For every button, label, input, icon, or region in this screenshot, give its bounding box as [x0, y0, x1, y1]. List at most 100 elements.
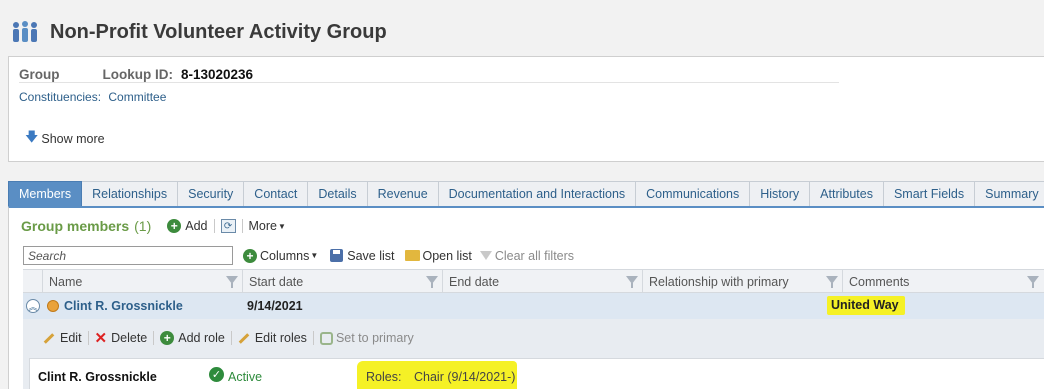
- tab-revenue[interactable]: Revenue: [367, 181, 439, 207]
- edit-label: Edit: [60, 331, 82, 345]
- add-role-label: Add role: [178, 331, 225, 345]
- edit-roles-button[interactable]: Edit roles: [238, 331, 307, 345]
- show-more-label: Show more: [41, 132, 105, 146]
- clear-filters-label: Clear all filters: [494, 248, 575, 263]
- delete-icon: ✕: [94, 329, 108, 347]
- edit-roles-label: Edit roles: [254, 331, 307, 345]
- tab-communications[interactable]: Communications: [636, 181, 751, 207]
- tab-security[interactable]: Security: [178, 181, 245, 207]
- more-menu[interactable]: More ▼: [249, 219, 286, 233]
- save-list-button[interactable]: Save list: [330, 248, 395, 263]
- separator: [312, 331, 314, 345]
- filter-icon[interactable]: [826, 276, 838, 288]
- clear-filters-button[interactable]: Clear all filters: [479, 248, 575, 263]
- columns-button[interactable]: + Columns ▼: [243, 248, 319, 263]
- arrow-down-icon: 🡇: [25, 129, 39, 144]
- member-detail-card: Clint R. Grossnickle ✓ Active Roles: Cha…: [29, 358, 1044, 389]
- row-detail-panel: Edit ✕ Delete + Add role Edit roles Set …: [23, 319, 1044, 389]
- column-header-comments[interactable]: Comments: [843, 270, 1044, 293]
- page-title: Non-Profit Volunteer Activity Group: [50, 21, 387, 43]
- member-name-link[interactable]: Clint R. Grossnickle: [64, 299, 183, 313]
- divider: [19, 82, 839, 83]
- refresh-icon[interactable]: ⟳: [220, 219, 236, 233]
- plus-icon: +: [160, 331, 175, 345]
- folder-icon: [404, 250, 420, 261]
- filter-icon[interactable]: [1027, 276, 1039, 288]
- pencil-icon: [43, 332, 55, 344]
- toolbar: + Columns ▼ Save list Open list Clear al…: [23, 246, 574, 265]
- open-list-label: Open list: [422, 248, 472, 263]
- filter-icon[interactable]: [226, 276, 238, 288]
- caret-down-icon: ▼: [310, 251, 319, 260]
- edit-button[interactable]: Edit: [43, 331, 82, 345]
- check-icon: ✓: [209, 367, 224, 382]
- start-date-cell: 9/14/2021: [247, 299, 303, 313]
- separator: [87, 331, 89, 345]
- separator: [153, 331, 155, 345]
- member-count: (1): [134, 218, 152, 234]
- summary-panel: Group Lookup ID: 8-13020236 Constituenci…: [8, 56, 1044, 162]
- column-header-relationship[interactable]: Relationship with primary: [643, 270, 843, 293]
- set-to-primary-label: Set to primary: [335, 331, 414, 345]
- tab-bar: Members Relationships Security Contact D…: [8, 181, 1044, 207]
- roles-value: Chair (9/14/2021-): [414, 370, 516, 384]
- people-group-icon: [13, 21, 37, 42]
- tab-summary[interactable]: Summary: [975, 181, 1044, 207]
- more-label: More: [248, 219, 277, 233]
- filter-icon[interactable]: [426, 276, 438, 288]
- members-header: Group members (1) + Add ⟳ More ▼: [21, 218, 286, 234]
- tab-relationships[interactable]: Relationships: [82, 181, 179, 207]
- plus-icon: +: [167, 219, 182, 233]
- group-label: Group: [19, 66, 60, 82]
- roles-label: Roles:: [366, 370, 402, 384]
- tab-attributes[interactable]: Attributes: [810, 181, 884, 207]
- separator: [241, 219, 243, 233]
- tab-members[interactable]: Members: [8, 181, 83, 207]
- delete-button[interactable]: ✕ Delete: [95, 331, 148, 346]
- member-status-icon: [47, 300, 59, 312]
- open-list-button[interactable]: Open list: [404, 248, 472, 263]
- delete-label: Delete: [111, 331, 148, 345]
- save-icon: [330, 249, 344, 262]
- save-list-label: Save list: [347, 248, 395, 263]
- primary-icon: [319, 331, 333, 345]
- show-more-button[interactable]: 🡇 Show more: [25, 128, 105, 150]
- filter-icon[interactable]: [626, 276, 638, 288]
- page-header: Non-Profit Volunteer Activity Group: [0, 0, 1044, 56]
- column-label: Name: [49, 274, 83, 289]
- constituencies-value[interactable]: Committee: [108, 90, 166, 104]
- members-panel: Group members (1) + Add ⟳ More ▼ + Colum…: [8, 206, 1044, 389]
- search-input[interactable]: [23, 246, 233, 265]
- lookup-id-label: Lookup ID:: [102, 66, 174, 82]
- add-role-button[interactable]: + Add role: [160, 331, 225, 345]
- section-title: Group members: [21, 218, 130, 234]
- tab-details[interactable]: Details: [308, 181, 368, 207]
- plus-icon: +: [243, 248, 257, 263]
- tab-contact[interactable]: Contact: [244, 181, 309, 207]
- tab-documentation-and-interactions[interactable]: Documentation and Interactions: [438, 181, 637, 207]
- column-header-start-date[interactable]: Start date: [243, 270, 443, 293]
- grid-header: Name Start date End date Relationship wi…: [23, 269, 1044, 293]
- member-name: Clint R. Grossnickle: [38, 370, 157, 384]
- lookup-id-value: 8-13020236: [181, 66, 254, 82]
- columns-label: Columns: [260, 248, 310, 263]
- add-button[interactable]: + Add: [167, 219, 208, 233]
- column-header-name[interactable]: Name: [43, 270, 243, 293]
- pencil-icon: [238, 332, 250, 344]
- column-header-end-date[interactable]: End date: [443, 270, 643, 293]
- expand-column-header: [23, 270, 43, 293]
- table-row[interactable]: ︽ Clint R. Grossnickle 9/14/2021 United …: [23, 293, 1044, 319]
- column-label: Comments: [849, 274, 910, 289]
- comments-cell: United Way: [827, 296, 905, 315]
- collapse-icon[interactable]: ︽: [26, 299, 40, 313]
- add-label: Add: [185, 219, 208, 233]
- column-label: End date: [449, 274, 500, 289]
- tab-history[interactable]: History: [750, 181, 811, 207]
- set-to-primary-button[interactable]: Set to primary: [319, 331, 414, 345]
- clear-filter-icon: [479, 251, 492, 260]
- caret-down-icon: ▼: [278, 221, 286, 231]
- column-label: Start date: [249, 274, 304, 289]
- tab-smart-fields[interactable]: Smart Fields: [883, 181, 976, 207]
- status-label: Active: [228, 370, 263, 384]
- separator: [213, 219, 215, 233]
